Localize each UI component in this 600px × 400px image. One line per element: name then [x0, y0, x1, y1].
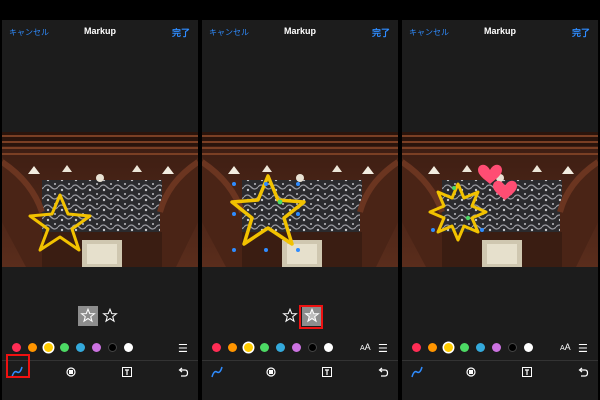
color-black[interactable] [108, 343, 117, 352]
color-green[interactable] [460, 343, 469, 352]
color-orange[interactable] [428, 343, 437, 352]
top-bar: キャンセル Markup 完了 [2, 20, 198, 44]
photo-canvas[interactable] [2, 132, 198, 267]
screen-title: Markup [283, 26, 316, 36]
color-purple[interactable] [292, 343, 301, 352]
color-orange[interactable] [28, 343, 37, 352]
photo-canvas[interactable] [402, 132, 598, 267]
color-black[interactable] [308, 343, 317, 352]
color-orange[interactable] [228, 343, 237, 352]
screen-title: Markup [483, 26, 516, 36]
top-bar: キャンセル Markup 完了 [402, 20, 598, 44]
markup-screen-3: キャンセル Markup 完了 AA ☰ [402, 20, 598, 400]
star-outline-option[interactable] [78, 306, 98, 326]
menu-icon[interactable]: ☰ [378, 342, 388, 355]
pen-icon [411, 366, 423, 378]
color-yellow[interactable] [44, 343, 53, 352]
color-yellow[interactable] [244, 343, 253, 352]
pen-tool[interactable] [210, 365, 224, 379]
screen-title: Markup [83, 26, 116, 36]
highlight-box [299, 305, 323, 329]
magnifier-tool[interactable] [464, 365, 478, 379]
star-filled-option[interactable] [100, 306, 120, 326]
color-white[interactable] [124, 343, 133, 352]
undo-icon [378, 367, 389, 377]
text-box-icon [122, 367, 132, 377]
menu-icon[interactable]: ☰ [178, 342, 188, 355]
color-yellow[interactable] [444, 343, 453, 352]
color-purple[interactable] [492, 343, 501, 352]
color-white[interactable] [524, 343, 533, 352]
magnifier-icon [466, 367, 476, 377]
magnifier-tool[interactable] [264, 365, 278, 379]
undo-icon [178, 367, 189, 377]
done-button[interactable]: 完了 [372, 26, 390, 39]
tool-bar [202, 360, 398, 383]
text-size-icon[interactable]: AA [560, 342, 571, 352]
undo-button[interactable] [576, 365, 590, 379]
color-blue[interactable] [476, 343, 485, 352]
undo-button[interactable] [376, 365, 390, 379]
menu-icon[interactable]: ☰ [578, 342, 588, 355]
color-green[interactable] [60, 343, 69, 352]
magnifier-icon [266, 367, 276, 377]
highlight-box [6, 354, 30, 378]
magnifier-tool[interactable] [64, 365, 78, 379]
undo-icon [578, 367, 589, 377]
text-box-icon [322, 367, 332, 377]
color-blue[interactable] [276, 343, 285, 352]
star-outline-icon [283, 308, 297, 322]
text-box-icon [522, 367, 532, 377]
undo-button[interactable] [176, 365, 190, 379]
color-blue[interactable] [76, 343, 85, 352]
color-palette: AA ☰ [202, 340, 398, 356]
color-black[interactable] [508, 343, 517, 352]
top-bar: キャンセル Markup 完了 [202, 20, 398, 44]
done-button[interactable]: 完了 [572, 26, 590, 39]
star-filled-icon [102, 308, 118, 323]
markup-screen-1: キャンセル Markup 完了 ☰ [2, 20, 198, 400]
tool-bar [2, 360, 198, 383]
star-outline-option[interactable] [280, 306, 300, 326]
text-box-tool[interactable] [520, 365, 534, 379]
magnifier-icon [66, 367, 76, 377]
color-red[interactable] [412, 343, 421, 352]
color-purple[interactable] [92, 343, 101, 352]
text-size-icon[interactable]: AA [360, 342, 371, 352]
done-button[interactable]: 完了 [172, 26, 190, 39]
markup-screen-2: キャンセル Markup 完了 AA ☰ [202, 20, 398, 400]
photo-canvas[interactable] [202, 132, 398, 267]
color-red[interactable] [12, 343, 21, 352]
color-green[interactable] [260, 343, 269, 352]
tool-bar [402, 360, 598, 383]
pen-tool[interactable] [410, 365, 424, 379]
color-palette: AA ☰ [402, 340, 598, 356]
color-white[interactable] [324, 343, 333, 352]
pen-icon [211, 366, 223, 378]
star-outline-icon [81, 308, 95, 322]
text-box-tool[interactable] [120, 365, 134, 379]
color-palette: ☰ [2, 340, 198, 356]
text-box-tool[interactable] [320, 365, 334, 379]
color-red[interactable] [212, 343, 221, 352]
